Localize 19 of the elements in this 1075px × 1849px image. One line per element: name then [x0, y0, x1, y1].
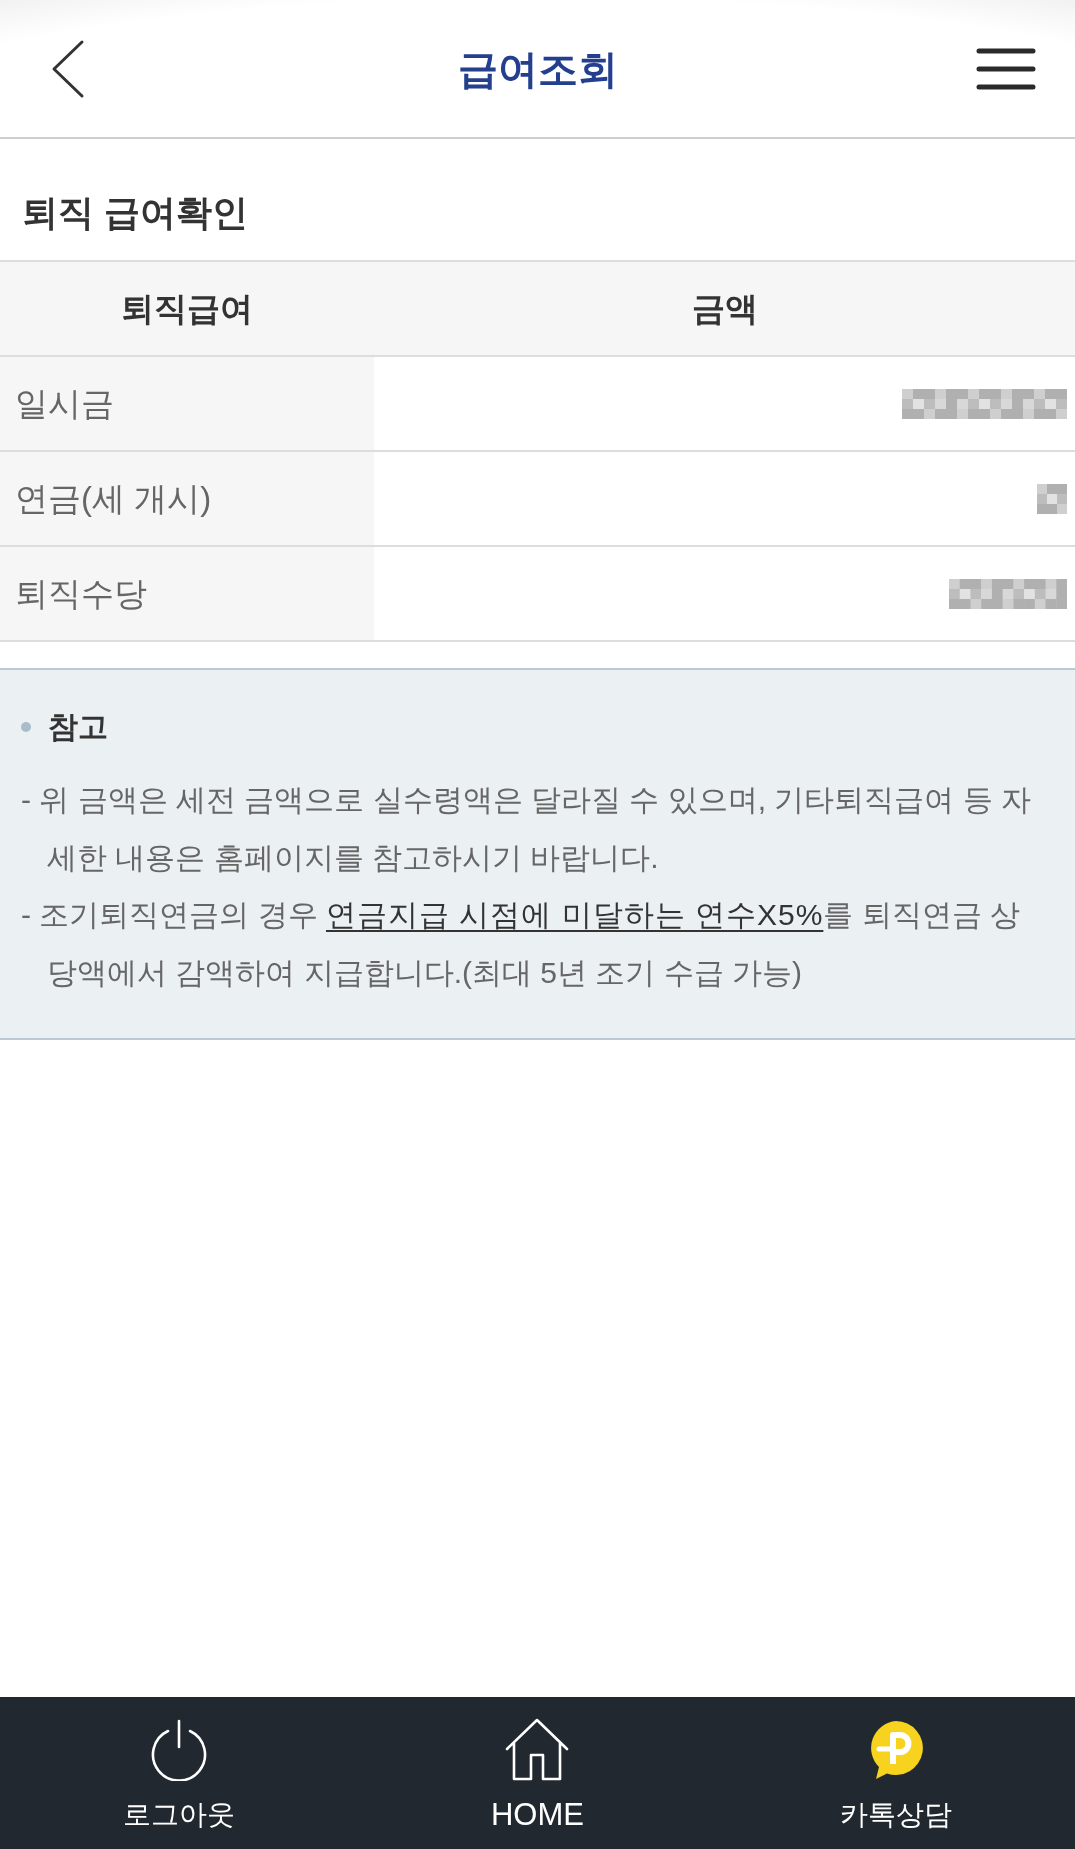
note-title: 참고 [48, 709, 108, 745]
table-cell: 퇴직수당 [0, 547, 374, 640]
section-title: 퇴직 급여확인 [22, 190, 248, 235]
power-icon [150, 1719, 209, 1781]
nav-button[interactable]: 로그아웃 [0, 1697, 359, 1849]
back-icon [50, 38, 86, 99]
nav-button[interactable]: 카톡상담 [716, 1697, 1075, 1849]
column-header: 퇴직급여 [0, 262, 374, 355]
table-cell: 연금(세 개시) [0, 452, 374, 545]
table-cell: 일시금 [0, 357, 374, 450]
link[interactable]: 연금지급 시점에 미달하는 연수X5% [326, 898, 824, 931]
note-text: - 조기퇴직연금의 경우 연금지급 시점에 미달하는 연수X5%를 퇴직연금 상당액에서 감액하여 지급합니다.(최대 5년 조기 수급 가능) [21, 897, 1022, 991]
column-header: 금액 [374, 262, 1075, 355]
page-title: 급여조회 [457, 45, 618, 93]
bullet-icon [21, 722, 31, 732]
nav-button[interactable]: HOME [358, 1697, 717, 1849]
menu-icon [976, 47, 1036, 90]
home-icon [504, 1717, 571, 1781]
note-text: - 위 금액은 세전 금액으로 실수령액은 달라질 수 있으며, 기타퇴직급여 등 자세한 내용은 홈페이지를 참고하시기 바랍니다. [21, 782, 1032, 876]
